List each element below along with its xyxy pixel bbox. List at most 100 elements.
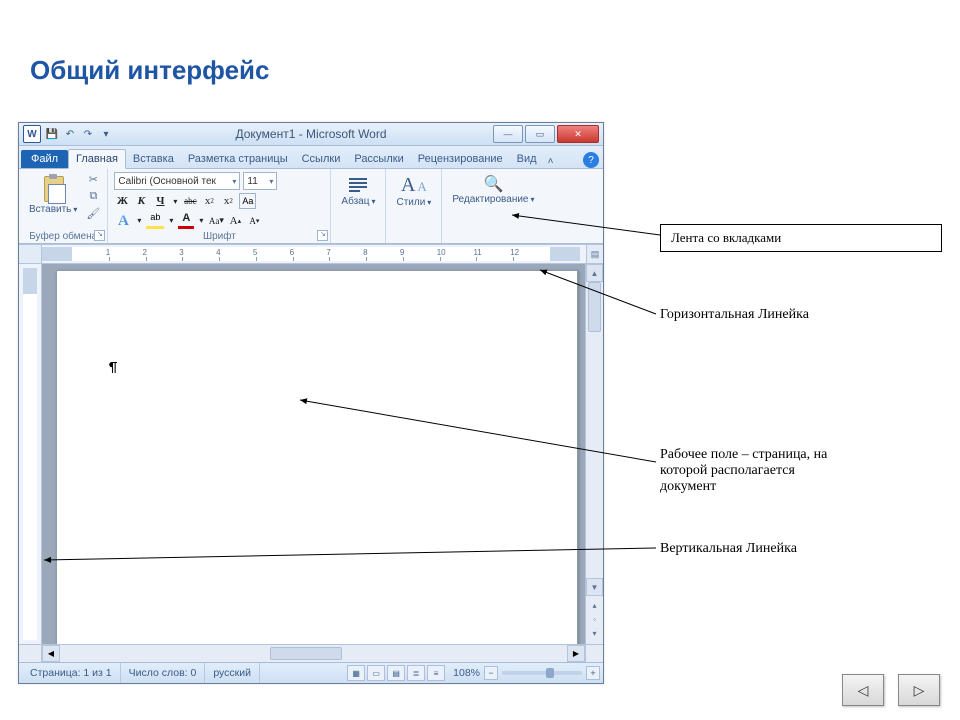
italic-button[interactable]: К [133,194,149,209]
app-icon: W [23,125,41,143]
prev-slide-button[interactable]: ◁ [842,674,884,706]
document-page[interactable]: ¶ [56,270,578,644]
close-button[interactable]: ✕ [557,125,599,143]
view-web-layout-icon[interactable]: ▤ [387,665,405,681]
font-name-combo[interactable]: Calibri (Основной тек▾ [114,172,240,190]
tab-mailings[interactable]: Рассылки [347,150,410,168]
format-painter-icon[interactable]: 🖌 [85,206,101,220]
pilcrow-mark: ¶ [109,359,117,376]
ribbon-tabs: Файл Главная Вставка Разметка страницы С… [19,146,603,169]
tab-review[interactable]: Рецензирование [411,150,510,168]
font-color-dropdown-icon[interactable]: ▾ [197,213,205,228]
vertical-ruler[interactable] [19,264,42,644]
editing-button[interactable]: 🔍 Редактирование [448,172,538,207]
tab-page-layout[interactable]: Разметка страницы [181,150,295,168]
ruler-number: 12 [510,248,519,257]
group-label-styles [392,229,435,242]
underline-button[interactable]: Ч [152,194,168,209]
maximize-button[interactable]: ▭ [525,125,555,143]
zoom-in-icon[interactable]: + [586,666,600,680]
undo-icon[interactable]: ↶ [63,127,77,141]
scroll-up-icon[interactable]: ▲ [586,264,603,282]
dialog-launcher-icon[interactable]: ↘ [317,230,328,241]
copy-icon[interactable]: ⧉ [85,189,101,203]
word-window: W 💾 ↶ ↷ ▾ Документ1 - Microsoft Word — ▭… [18,122,604,684]
group-font: Calibri (Основной тек▾ 11▾ Ж К Ч ▾ abc x… [108,169,331,243]
minimize-ribbon-icon[interactable]: ˄ [544,154,558,168]
tab-file[interactable]: Файл [21,150,68,168]
view-buttons: ▦ ▭ ▤ ≣ ≡ 108% − + [347,665,600,681]
status-language[interactable]: русский [205,663,260,683]
title-bar: W 💾 ↶ ↷ ▾ Документ1 - Microsoft Word — ▭… [19,123,603,146]
save-icon[interactable]: 💾 [45,127,59,141]
subscript-button[interactable]: x2 [201,194,217,209]
strike-button[interactable]: abc [182,194,198,209]
hscroll-thumb[interactable] [270,647,342,660]
next-page-icon[interactable]: ▾ [586,626,603,640]
group-label-paragraph [337,229,379,242]
slide-title: Общий интерфейс [30,55,269,86]
paragraph-icon [347,174,369,196]
view-print-layout-icon[interactable]: ▦ [347,665,365,681]
shrink-font-button[interactable]: A▾ [246,213,262,228]
redo-icon[interactable]: ↷ [81,127,95,141]
font-size-combo[interactable]: 11▾ [243,172,277,190]
paragraph-button[interactable]: Абзац [337,172,379,209]
callout-vruler: Вертикальная Линейка [660,541,797,557]
zoom-slider[interactable] [502,671,582,675]
browse-object-icon[interactable]: ◦ [586,612,603,626]
underline-dropdown-icon[interactable]: ▾ [171,194,179,209]
styles-icon-small: A [417,179,426,195]
superscript-button[interactable]: x2 [220,194,236,209]
help-icon[interactable]: ? [583,152,599,168]
cut-icon[interactable]: ✂ [85,172,101,186]
ruler-corner [19,245,42,263]
group-styles: A A Стили [386,169,442,243]
zoom-out-icon[interactable]: − [484,666,498,680]
callout-workarea: Рабочее поле – страница, на которой расп… [660,447,890,495]
zoom-value[interactable]: 108% [453,667,480,679]
text-effects-dropdown-icon[interactable]: ▾ [135,213,143,228]
vertical-scrollbar[interactable]: ▲ ▼ ▴ ◦ ▾ [585,264,603,644]
scroll-down-icon[interactable]: ▼ [586,578,603,596]
status-page[interactable]: Страница: 1 из 1 [22,663,121,683]
view-draft-icon[interactable]: ≡ [427,665,445,681]
view-ruler-toggle-icon[interactable]: ▤ [586,245,603,263]
prev-page-icon[interactable]: ▴ [586,598,603,612]
font-color-button[interactable]: A [178,212,194,229]
tab-insert[interactable]: Вставка [126,150,181,168]
scroll-left-icon[interactable]: ◀ [42,645,60,662]
grow-font-button[interactable]: A▴ [227,213,243,228]
status-word-count[interactable]: Число слов: 0 [121,663,206,683]
qat-customize-icon[interactable]: ▾ [99,127,113,141]
tab-view[interactable]: Вид [510,150,544,168]
minimize-button[interactable]: — [493,125,523,143]
callout-ribbon: Лента со вкладками [660,224,942,252]
ruler-number: 2 [143,248,147,257]
tab-home[interactable]: Главная [68,149,126,169]
group-label-editing [448,229,538,242]
change-case-dropdown[interactable]: Aa▾ [208,213,224,228]
highlight-button[interactable]: ab [146,212,164,229]
horizontal-ruler[interactable]: 123456789101112 ▤ [19,244,603,264]
document-area: ¶ ▲ ▼ ▴ ◦ ▾ [19,264,603,644]
tab-references[interactable]: Ссылки [295,150,348,168]
styles-icon: A [401,174,415,197]
group-editing: 🔍 Редактирование [442,169,544,243]
bold-button[interactable]: Ж [114,194,130,209]
next-slide-button[interactable]: ▷ [898,674,940,706]
view-full-screen-icon[interactable]: ▭ [367,665,385,681]
document-canvas[interactable]: ¶ [42,264,585,644]
text-effects-button[interactable]: A [114,213,132,229]
view-outline-icon[interactable]: ≣ [407,665,425,681]
highlight-dropdown-icon[interactable]: ▾ [167,213,175,228]
group-clipboard: Вставить ✂ ⧉ 🖌 Буфер обмена ↘ [19,169,108,243]
styles-button[interactable]: A A Стили [392,172,435,210]
dialog-launcher-icon[interactable]: ↘ [94,230,105,241]
paste-button[interactable]: Вставить [25,172,81,217]
change-case-button[interactable]: Aa [239,193,256,209]
scroll-right-icon[interactable]: ▶ [567,645,585,662]
horizontal-scrollbar[interactable]: ◀ ▶ [19,644,603,662]
callout-hruler: Горизонтальная Линейка [660,307,809,323]
scroll-thumb[interactable] [588,282,601,332]
